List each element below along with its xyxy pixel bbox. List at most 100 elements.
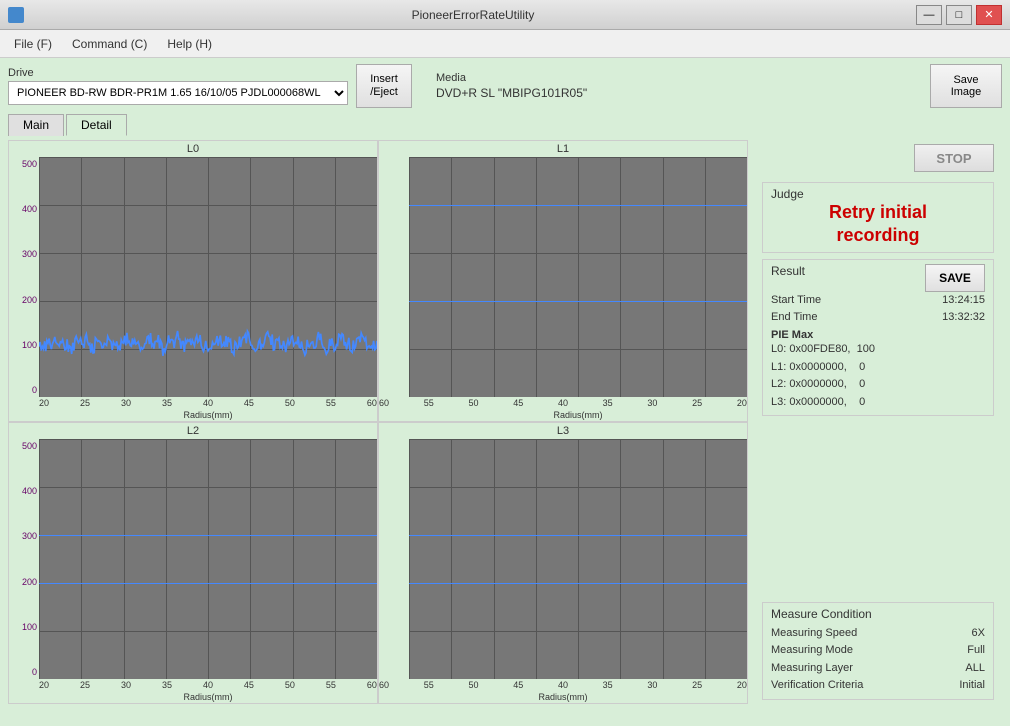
chart-L3-title: L3 — [379, 423, 747, 439]
charts-area: L0 500 400 300 200 100 0 — [8, 140, 754, 704]
insert-eject-button[interactable]: Insert/Eject — [356, 64, 412, 108]
measure-section: Measure Condition Measuring Speed 6X Mea… — [762, 602, 994, 700]
v-grid-line — [705, 157, 706, 397]
menu-bar: File (F) Command (C) Help (H) — [0, 30, 1010, 58]
title-bar: PioneerErrorRateUtility — □ ✕ — [0, 0, 1010, 30]
measure-speed-value: 6X — [972, 625, 985, 643]
tabs-row: Main Detail — [8, 114, 1002, 136]
measure-criteria-label: Verification Criteria — [771, 677, 863, 695]
pie-max-L1: L1: 0x0000000, 0 — [771, 359, 985, 377]
drive-label: Drive — [8, 67, 348, 79]
v-grid-line — [293, 439, 294, 679]
chart-L3-xaxis: 60 55 50 45 40 35 30 25 20 — [379, 679, 747, 691]
chart-L1-xlabel: Radius(mm) — [409, 409, 747, 421]
end-time-row: End Time 13:32:32 — [771, 309, 985, 327]
pie-max-label: PIE Max — [771, 329, 985, 341]
content-area: L0 500 400 300 200 100 0 — [8, 140, 1002, 704]
tab-detail[interactable]: Detail — [66, 114, 127, 136]
v-grid-line — [451, 439, 452, 679]
menu-command[interactable]: Command (C) — [62, 33, 157, 55]
start-time-value: 13:24:15 — [942, 292, 985, 310]
start-time-label: Start Time — [771, 292, 821, 310]
top-section: Drive PIONEER BD-RW BDR-PR1M 1.65 16/10/… — [8, 64, 1002, 108]
pie-max-L0: L0: 0x00FDE80, 100 — [771, 341, 985, 359]
chart-L0-xlabel: Radius(mm) — [39, 409, 377, 421]
v-grid-line — [208, 439, 209, 679]
end-time-label: End Time — [771, 309, 817, 327]
media-section: Media DVD+R SL "MBIPG101R05" — [436, 72, 587, 100]
maximize-button[interactable]: □ — [946, 5, 972, 25]
drive-section: Drive PIONEER BD-RW BDR-PR1M 1.65 16/10/… — [8, 67, 348, 105]
measure-layer-label: Measuring Layer — [771, 660, 853, 678]
chart-L0-yaxis: 500 400 300 200 100 0 — [9, 157, 39, 397]
menu-help[interactable]: Help (H) — [157, 33, 222, 55]
drive-select[interactable]: PIONEER BD-RW BDR-PR1M 1.65 16/10/05 PJD… — [8, 81, 348, 105]
judge-line2: recording — [836, 225, 919, 245]
v-grid-line — [663, 157, 664, 397]
chart-L1-xaxis: 60 55 50 45 40 35 30 25 20 — [379, 397, 747, 409]
chart-L0-title: L0 — [9, 141, 377, 157]
blue-line-L3-2 — [409, 583, 747, 584]
v-grid-line — [39, 439, 40, 679]
chart-L2-xaxis: 20 25 30 35 40 45 50 55 60 — [39, 679, 377, 691]
chart-L3: L3 500 400 300 200 100 0 — [378, 422, 748, 704]
blue-line-L2-2 — [39, 583, 377, 584]
blue-line-L2 — [39, 535, 377, 536]
v-grid-line — [705, 439, 706, 679]
v-grid-line — [494, 157, 495, 397]
v-grid-line — [335, 439, 336, 679]
measure-mode-row: Measuring Mode Full — [771, 642, 985, 660]
measure-criteria-value: Initial — [959, 677, 985, 695]
measure-criteria-row: Verification Criteria Initial — [771, 677, 985, 695]
v-grid-line — [663, 439, 664, 679]
chart-L2-plot — [39, 439, 377, 679]
v-grid-line — [250, 439, 251, 679]
media-label: Media — [436, 72, 587, 84]
v-grid-line — [409, 157, 410, 397]
chart-L3-inner: 500 400 300 200 100 0 — [379, 439, 747, 679]
blue-line-L1-2 — [409, 301, 747, 302]
menu-file[interactable]: File (F) — [4, 33, 62, 55]
blue-line-L1 — [409, 205, 747, 206]
v-grid-line — [124, 439, 125, 679]
measure-mode-label: Measuring Mode — [771, 642, 853, 660]
tab-main[interactable]: Main — [8, 114, 64, 136]
judge-section: Judge Retry initial recording — [762, 182, 994, 253]
media-value: DVD+R SL "MBIPG101R05" — [436, 86, 587, 100]
pie-max-L2: L2: 0x0000000, 0 — [771, 376, 985, 394]
measure-mode-value: Full — [967, 642, 985, 660]
judge-line1: Retry initial — [829, 202, 927, 222]
chart-L2-xlabel: Radius(mm) — [39, 691, 377, 703]
minimize-button[interactable]: — — [916, 5, 942, 25]
window-controls: — □ ✕ — [916, 5, 1002, 25]
v-grid-line — [451, 157, 452, 397]
app-icon — [8, 7, 24, 23]
stop-button[interactable]: STOP — [914, 144, 994, 172]
chart-L2-title: L2 — [9, 423, 377, 439]
right-panel: STOP Judge Retry initial recording Resul… — [754, 140, 1002, 704]
chart-L0-xaxis: 20 25 30 35 40 45 50 55 60 — [39, 397, 377, 409]
save-image-button[interactable]: SaveImage — [930, 64, 1002, 108]
chart-L2: L2 500 400 300 200 100 0 — [8, 422, 378, 704]
v-grid-line — [620, 439, 621, 679]
chart-L2-yaxis: 500 400 300 200 100 0 — [9, 439, 39, 679]
measure-speed-row: Measuring Speed 6X — [771, 625, 985, 643]
main-content: Drive PIONEER BD-RW BDR-PR1M 1.65 16/10/… — [0, 58, 1010, 726]
chart-L0: L0 500 400 300 200 100 0 — [8, 140, 378, 422]
measure-label: Measure Condition — [771, 607, 985, 621]
chart-L1-inner: 500 400 300 200 100 0 — [379, 157, 747, 397]
close-button[interactable]: ✕ — [976, 5, 1002, 25]
save-button[interactable]: SAVE — [925, 264, 985, 292]
chart-L1-title: L1 — [379, 141, 747, 157]
measure-layer-value: ALL — [965, 660, 985, 678]
measure-speed-label: Measuring Speed — [771, 625, 857, 643]
v-grid-line — [166, 439, 167, 679]
end-time-value: 13:32:32 — [942, 309, 985, 327]
v-grid-line — [81, 439, 82, 679]
v-grid-line — [409, 439, 410, 679]
chart-L1-plot — [409, 157, 747, 397]
chart-L0-plot — [39, 157, 377, 397]
chart-L2-inner: 500 400 300 200 100 0 — [9, 439, 377, 679]
chart-L1: L1 500 400 300 200 100 0 — [378, 140, 748, 422]
measure-layer-row: Measuring Layer ALL — [771, 660, 985, 678]
